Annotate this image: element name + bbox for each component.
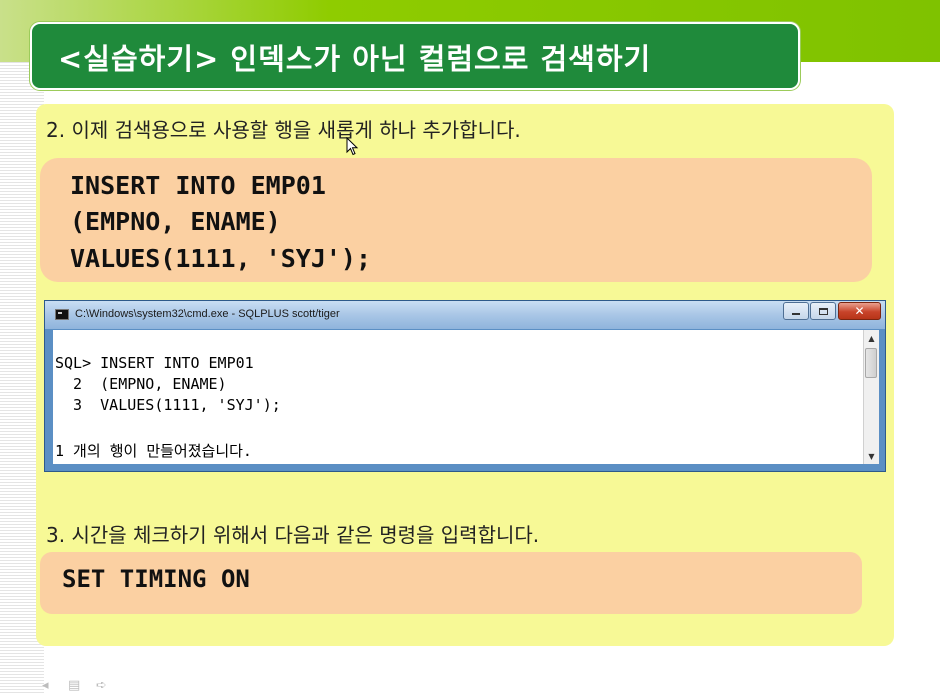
maximize-button[interactable] <box>810 302 836 320</box>
step-2-text: 2. 이제 검색용으로 사용할 행을 새롭게 하나 추가합니다. <box>46 118 521 142</box>
minimize-icon <box>792 313 800 315</box>
mouse-cursor-icon <box>346 137 359 156</box>
vertical-scrollbar[interactable]: ▲ ▼ <box>863 330 879 464</box>
next-icon[interactable]: ➪ <box>96 678 107 693</box>
slide-title: <실습하기> 인덱스가 아닌 컬럼으로 검색하기 <box>58 42 652 76</box>
prev-icon[interactable]: ◂ <box>42 678 49 693</box>
slide-navigation: ◂ ▤ ➪ <box>42 676 122 694</box>
code-line-2: (EMPNO, ENAME) <box>70 207 281 236</box>
step-3-text: 3. 시간을 체크하기 위해서 다음과 같은 명령을 입력합니다. <box>46 523 540 547</box>
code-line-3: VALUES(1111, 'SYJ'); <box>70 244 372 273</box>
menu-icon[interactable]: ▤ <box>68 678 80 693</box>
close-icon: ✕ <box>854 304 865 318</box>
cmd-window: C:\Windows\system32\cmd.exe - SQLPLUS sc… <box>44 300 886 472</box>
console-line: 2 (EMPNO, ENAME) <box>55 375 227 393</box>
scroll-up-icon[interactable]: ▲ <box>864 330 879 346</box>
minimize-button[interactable] <box>783 302 809 320</box>
close-button[interactable]: ✕ <box>838 302 881 320</box>
console-icon <box>55 309 69 320</box>
scroll-thumb[interactable] <box>865 348 877 378</box>
console-line: SQL> INSERT INTO EMP01 <box>55 354 254 372</box>
console-line: 3 VALUES(1111, 'SYJ'); <box>55 396 281 414</box>
code-line-1: INSERT INTO EMP01 <box>70 171 326 200</box>
cmd-titlebar[interactable]: C:\Windows\system32\cmd.exe - SQLPLUS sc… <box>45 301 885 329</box>
maximize-icon <box>818 307 828 315</box>
cmd-title: C:\Windows\system32\cmd.exe - SQLPLUS sc… <box>75 308 340 320</box>
code-line-set-timing: SET TIMING ON <box>62 565 250 593</box>
scroll-down-icon[interactable]: ▼ <box>864 448 879 464</box>
cmd-console-output[interactable]: SQL> INSERT INTO EMP01 2 (EMPNO, ENAME) … <box>53 330 863 464</box>
console-line: 1 개의 행이 만들어졌습니다. <box>55 442 252 460</box>
